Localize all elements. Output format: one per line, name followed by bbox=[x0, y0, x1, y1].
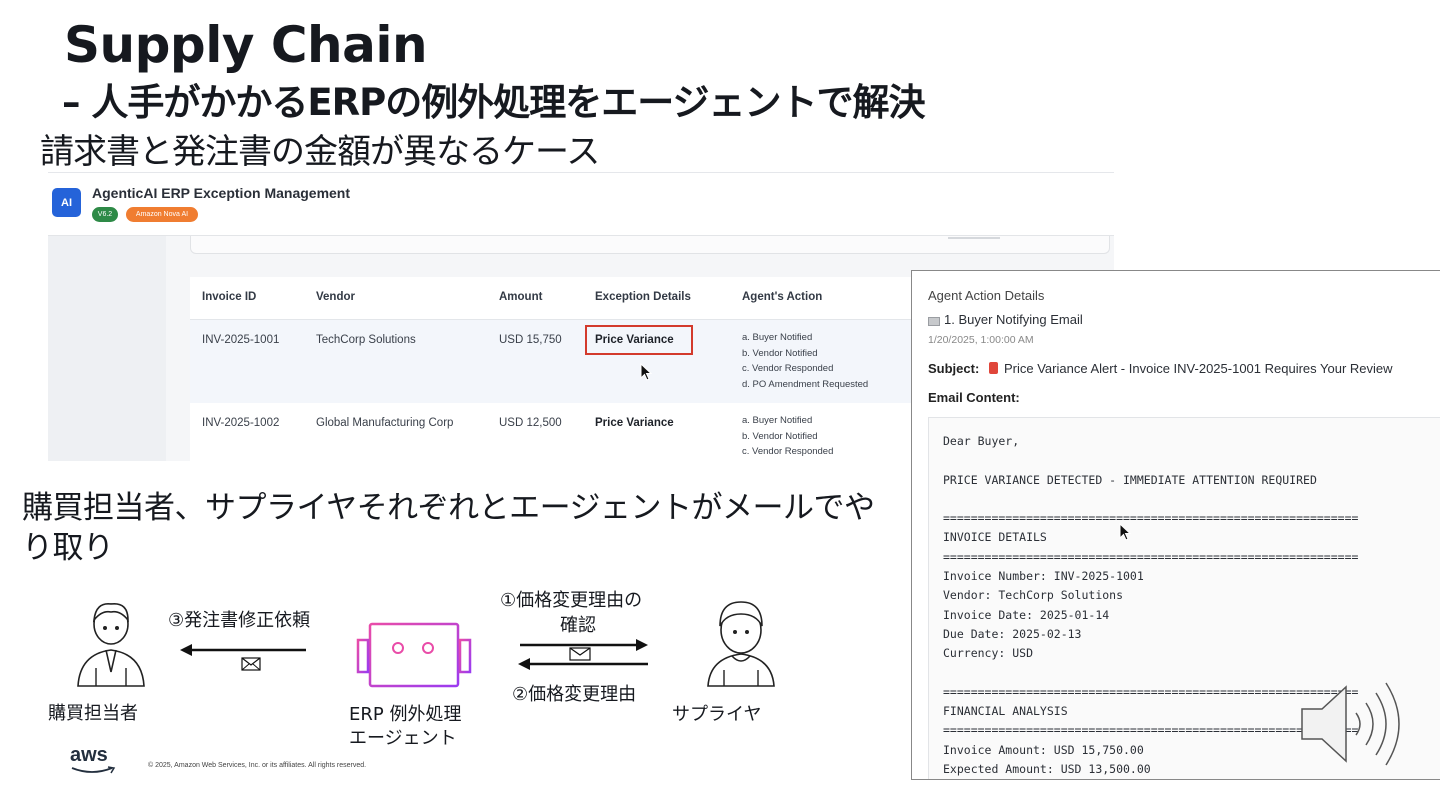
email-line: ========================================… bbox=[943, 684, 1359, 699]
email-timestamp: 1/20/2025, 1:00:00 AM bbox=[928, 334, 1034, 346]
col-vendor[interactable]: Vendor bbox=[316, 291, 355, 303]
agent-robot-icon bbox=[356, 622, 472, 688]
panel-heading: Agent Action Details bbox=[928, 288, 1045, 303]
erp-sidebar bbox=[48, 235, 166, 461]
supplier-label: サプライヤ bbox=[672, 704, 762, 725]
action-item: c. Vendor Responded bbox=[742, 446, 834, 458]
mouse-cursor-icon bbox=[1119, 523, 1132, 541]
email-line: ========================================… bbox=[943, 549, 1359, 564]
email-icon bbox=[928, 317, 940, 326]
email-subject: Price Variance Alert - Invoice INV-2025-… bbox=[1004, 361, 1393, 376]
arrow-to-buyer bbox=[180, 644, 306, 671]
email-line bbox=[943, 490, 1358, 509]
col-agents-action[interactable]: Agent's Action bbox=[742, 291, 822, 303]
copyright-notice: © 2025, Amazon Web Services, Inc. or its… bbox=[148, 762, 367, 769]
email-line: INVOICE DETAILS bbox=[943, 530, 1047, 545]
step1-label-line1: ①価格変更理由の bbox=[500, 590, 643, 611]
aws-logo: aws bbox=[70, 744, 108, 766]
alert-icon bbox=[989, 362, 998, 374]
slide-title: Supply Chain bbox=[64, 16, 428, 74]
exception-detail-link[interactable]: Price Variance bbox=[595, 417, 674, 429]
model-badge: Amazon Nova AI bbox=[126, 207, 198, 222]
vendor-name: TechCorp Solutions bbox=[316, 334, 416, 346]
highlight-box bbox=[585, 325, 693, 355]
case-heading: 請求書と発注書の金額が異なるケース bbox=[40, 132, 600, 172]
action-item: b. Vendor Notified bbox=[742, 430, 818, 442]
subject-label: Subject: bbox=[928, 361, 980, 376]
invoice-amount: USD 12,500 bbox=[499, 417, 562, 429]
agent-actions: a. Buyer Notified b. Vendor Notified c. … bbox=[742, 330, 868, 392]
email-line bbox=[943, 451, 1358, 470]
email-line: Expected Amount: USD 13,500.00 bbox=[943, 762, 1151, 777]
email-line: PRICE VARIANCE DETECTED - IMMEDIATE ATTE… bbox=[943, 472, 1317, 487]
app-title: AgenticAI ERP Exception Management bbox=[92, 185, 351, 201]
speaker-icon[interactable] bbox=[1298, 679, 1410, 769]
action-item: b. Vendor Notified bbox=[742, 347, 818, 359]
step3-label: ③発注書修正依頼 bbox=[168, 610, 311, 631]
col-invoice-id[interactable]: Invoice ID bbox=[202, 291, 256, 303]
vendor-name: Global Manufacturing Corp bbox=[316, 417, 454, 429]
email-item-title[interactable]: 1. Buyer Notifying Email bbox=[944, 312, 1083, 327]
email-line: Invoice Number: INV-2025-1001 bbox=[943, 569, 1144, 584]
action-item: a. Buyer Notified bbox=[742, 415, 813, 426]
supplier-person-icon bbox=[707, 601, 775, 687]
agent-actions: a. Buyer Notified b. Vendor Notified c. … bbox=[742, 413, 833, 460]
agent-label-line1: ERP 例外処理 bbox=[349, 704, 462, 725]
narrative-text: 購買担当者、サプライヤそれぞれとエージェントがメールでやり取り bbox=[22, 490, 875, 566]
action-item: a. Buyer Notified bbox=[742, 332, 813, 343]
buyer-person-icon bbox=[77, 603, 145, 687]
email-line: Invoice Amount: USD 15,750.00 bbox=[943, 742, 1144, 757]
invoice-id: INV-2025-1002 bbox=[202, 417, 280, 429]
email-line bbox=[943, 664, 1358, 683]
step1-label-line2: 確認 bbox=[560, 615, 596, 636]
version-badge: V6.2 bbox=[92, 207, 118, 222]
aws-smile-icon bbox=[71, 766, 116, 774]
email-line: ========================================… bbox=[943, 723, 1359, 738]
email-line: Invoice Date: 2025-01-14 bbox=[943, 607, 1110, 622]
agent-action-details-panel: Agent Action Details 1. Buyer Notifying … bbox=[911, 270, 1440, 780]
app-logo: AI bbox=[52, 188, 81, 217]
invoice-id: INV-2025-1001 bbox=[202, 334, 280, 346]
buyer-label: 購買担当者 bbox=[48, 703, 138, 724]
email-line: FINANCIAL ANALYSIS bbox=[943, 704, 1068, 719]
content-label: Email Content: bbox=[928, 390, 1020, 405]
step2-label: ②価格変更理由 bbox=[512, 684, 637, 705]
email-line: Dear Buyer, bbox=[943, 434, 1020, 448]
action-item: d. PO Amendment Requested bbox=[742, 378, 869, 390]
email-line: ========================================… bbox=[943, 511, 1359, 526]
col-amount[interactable]: Amount bbox=[499, 291, 542, 303]
slide-subtitle: – 人手がかかるERPの例外処理をエージェントで解決 bbox=[62, 81, 926, 124]
invoice-amount: USD 15,750 bbox=[499, 334, 562, 346]
email-body-text: Dear Buyer, PRICE VARIANCE DETECTED - IM… bbox=[943, 432, 1358, 779]
exchange-arrows bbox=[518, 639, 648, 670]
erp-header: AI AgenticAI ERP Exception Management V6… bbox=[48, 173, 1114, 236]
mouse-cursor-icon bbox=[640, 363, 653, 381]
email-line: Currency: USD bbox=[943, 646, 1034, 661]
email-line: Due Date: 2025-02-13 bbox=[943, 626, 1082, 641]
email-line: Vendor: TechCorp Solutions bbox=[943, 588, 1124, 603]
agent-label-line2: エージェント bbox=[349, 728, 457, 749]
col-exception-details[interactable]: Exception Details bbox=[595, 291, 691, 303]
action-item: c. Vendor Responded bbox=[742, 363, 834, 375]
